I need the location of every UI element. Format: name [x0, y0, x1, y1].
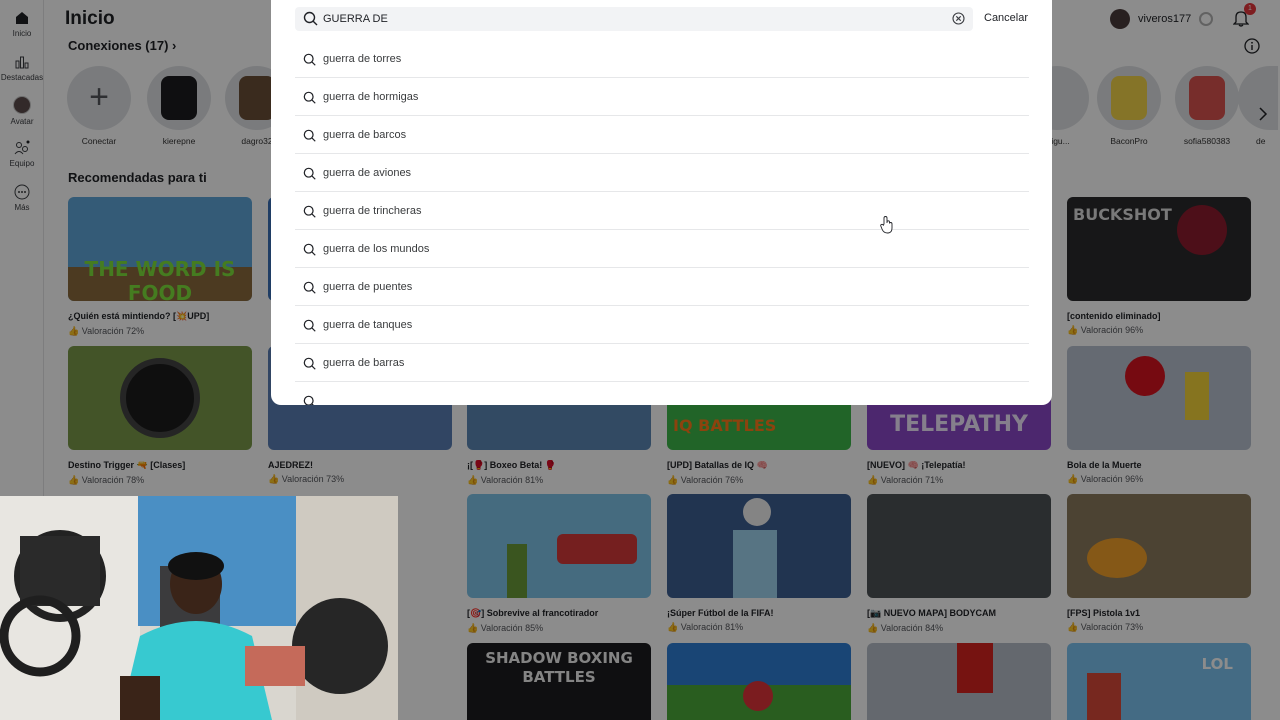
search-icon — [303, 11, 318, 26]
search-icon — [303, 281, 316, 294]
suggestion-label: guerra de tanques — [323, 319, 413, 331]
search-icon — [303, 53, 316, 66]
suggestion-label: guerra de barras — [323, 357, 405, 369]
suggestion-label: guerra de puentes — [323, 281, 413, 293]
webcam-overlay — [0, 496, 398, 720]
search-modal: Cancelar guerra de torres guerra de horm… — [271, 0, 1052, 405]
search-suggestion[interactable]: guerra de trincheras — [295, 192, 1029, 230]
search-icon — [303, 91, 316, 104]
search-suggestion[interactable]: guerra de torres — [295, 40, 1029, 78]
cancel-button[interactable]: Cancelar — [984, 12, 1028, 24]
search-icon — [303, 243, 316, 256]
clear-search-icon[interactable] — [952, 12, 965, 25]
suggestion-label: guerra de hormigas — [323, 91, 419, 103]
search-suggestion[interactable]: guerra de barras — [295, 344, 1029, 382]
search-suggestion[interactable]: guerra de puentes — [295, 268, 1029, 306]
search-icon — [303, 205, 316, 218]
search-icon — [303, 319, 316, 332]
hand-cursor-icon — [880, 216, 893, 234]
search-bar[interactable] — [295, 7, 973, 31]
suggestion-label: guerra de los mundos — [323, 243, 430, 255]
search-suggestion[interactable]: guerra de barcos — [295, 116, 1029, 154]
suggestion-label: guerra de barcos — [323, 129, 407, 141]
search-icon — [303, 129, 316, 142]
suggestion-label: guerra de trincheras — [323, 205, 422, 217]
suggestion-label: guerra de aviones — [323, 167, 412, 179]
search-suggestion[interactable]: guerra de los mundos — [295, 230, 1029, 268]
search-suggestion-partial[interactable] — [295, 382, 1029, 405]
search-suggestion[interactable]: guerra de hormigas — [295, 78, 1029, 116]
search-suggestion[interactable]: guerra de aviones — [295, 154, 1029, 192]
search-icon — [303, 167, 316, 180]
suggestion-label: guerra de torres — [323, 53, 402, 65]
search-icon — [303, 357, 316, 370]
search-suggestion[interactable]: guerra de tanques — [295, 306, 1029, 344]
search-icon — [303, 395, 314, 405]
webcam-image — [0, 496, 398, 720]
search-input[interactable] — [323, 9, 943, 29]
